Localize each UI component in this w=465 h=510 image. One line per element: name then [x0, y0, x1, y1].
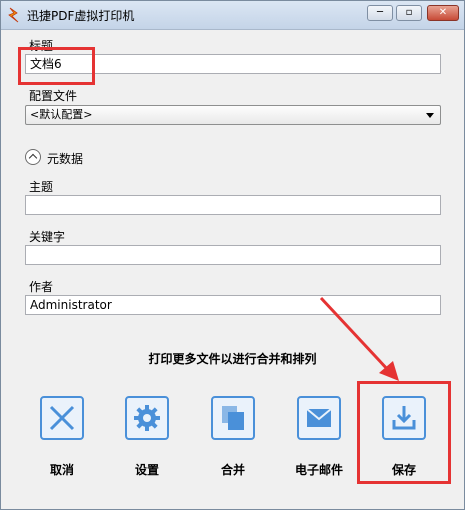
annotation-arrow-icon [319, 296, 399, 381]
printer-window: 迅捷PDF虚拟打印机 ─ ▫ ✕ 标题 文档6 配置文件 <默认配置> 元数据 … [0, 0, 465, 510]
